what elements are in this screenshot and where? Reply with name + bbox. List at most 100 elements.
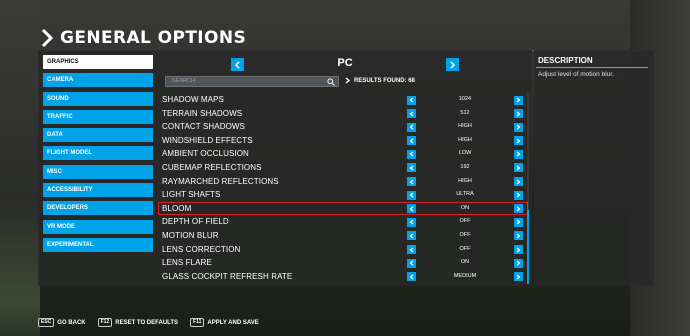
decrease-button[interactable]: [407, 163, 416, 173]
increase-button[interactable]: [514, 190, 523, 200]
decrease-button[interactable]: [407, 190, 416, 200]
setting-name: MOTION BLUR: [162, 230, 219, 240]
settings-list: SHADOW MAPS 1024 TERRAIN SHADOWS 512 CON…: [158, 93, 528, 283]
sidebar-item-misc[interactable]: MISC: [43, 164, 153, 179]
increase-button[interactable]: [514, 95, 523, 105]
search-icon[interactable]: [327, 78, 335, 86]
platform-next-button[interactable]: [446, 58, 459, 71]
setting-value: OFF: [459, 218, 471, 225]
sidebar-item-sound[interactable]: SOUND: [43, 91, 153, 106]
chevron-left-icon: [409, 206, 414, 212]
chevron-right-icon: [345, 77, 350, 84]
decrease-button[interactable]: [407, 109, 416, 119]
sidebar-item-graphics[interactable]: GRAPHICS: [43, 55, 153, 69]
chevron-right-icon: [516, 233, 521, 239]
decrease-button[interactable]: [407, 272, 416, 282]
key-hint: F12: [97, 318, 113, 327]
chevron-right-icon: [516, 219, 521, 225]
increase-button[interactable]: [514, 258, 523, 268]
chevron-left-icon: [409, 260, 414, 266]
setting-row-contact-shadows[interactable]: CONTACT SHADOWS HIGH: [158, 120, 528, 134]
chevron-left-icon: [409, 274, 414, 280]
sidebar-item-accessibility[interactable]: ACCESSIBILITY: [43, 183, 153, 198]
setting-row-cubemap-reflections[interactable]: CUBEMAP REFLECTIONS 192: [158, 161, 528, 175]
increase-button[interactable]: [514, 245, 523, 255]
setting-row-motion-blur[interactable]: MOTION BLUR OFF: [158, 229, 528, 243]
decrease-button[interactable]: [407, 149, 416, 159]
decrease-button[interactable]: [407, 204, 416, 214]
increase-button[interactable]: [514, 272, 523, 282]
description-panel: [534, 50, 654, 286]
chevron-right-icon: [516, 179, 521, 185]
increase-button[interactable]: [514, 122, 523, 132]
setting-row-lens-correction[interactable]: LENS CORRECTION OFF: [158, 243, 528, 257]
decrease-button[interactable]: [407, 177, 416, 187]
chevron-left-icon: [409, 165, 414, 171]
sidebar-item-experimental[interactable]: EXPERIMENTAL: [43, 237, 153, 252]
footer-label: APPLY AND SAVE: [207, 319, 259, 326]
chevron-right-icon: [516, 247, 521, 252]
increase-button[interactable]: [514, 163, 523, 173]
chevron-left-icon: [409, 138, 414, 144]
setting-name: CONTACT SHADOWS: [162, 122, 245, 132]
increase-button[interactable]: [514, 177, 523, 187]
search-input[interactable]: SEARCH: [165, 76, 339, 87]
setting-row-terrain-shadows[interactable]: TERRAIN SHADOWS 512: [158, 107, 528, 121]
reset-defaults-button[interactable]: F12 RESET TO DEFAULTS: [97, 318, 179, 327]
chevron-right-icon: [516, 192, 521, 198]
setting-row-bloom[interactable]: BLOOM ON: [158, 201, 528, 216]
setting-row-lens-flare[interactable]: LENS FLARE ON: [158, 256, 528, 270]
decrease-button[interactable]: [407, 136, 416, 146]
platform-prev-button[interactable]: [231, 58, 244, 71]
chevron-right-icon: [516, 260, 521, 266]
setting-row-depth-of-field[interactable]: DEPTH OF FIELD OFF: [158, 215, 528, 229]
scrollbar-thumb[interactable]: [527, 210, 529, 284]
sidebar-item-vr-mode[interactable]: VR MODE: [43, 219, 153, 234]
go-back-button[interactable]: ESC GO BACK: [38, 318, 86, 327]
chevron-right-icon: [516, 97, 521, 103]
setting-value: ON: [460, 204, 470, 211]
decrease-button[interactable]: [407, 217, 416, 227]
setting-row-light-shafts[interactable]: LIGHT SHAFTS ULTRA: [158, 188, 528, 202]
sidebar-item-traffic[interactable]: TRAFFIC: [43, 109, 153, 124]
footer-label: RESET TO DEFAULTS: [115, 319, 179, 326]
chevron-right-icon: [450, 60, 456, 69]
sidebar-item-flight-model[interactable]: FLIGHT MODEL: [43, 146, 153, 161]
setting-row-shadow-maps[interactable]: SHADOW MAPS 1024: [158, 93, 528, 107]
setting-value: HIGH: [458, 136, 472, 143]
sidebar-item-camera[interactable]: CAMERA: [43, 73, 153, 88]
setting-row-glass-cockpit-refresh-rate[interactable]: GLASS COCKPIT REFRESH RATE MEDIUM: [158, 270, 528, 284]
increase-button[interactable]: [514, 217, 523, 227]
header: GENERAL OPTIONS: [40, 24, 246, 52]
chevron-left-icon: [409, 151, 414, 157]
decrease-button[interactable]: [407, 258, 416, 268]
decrease-button[interactable]: [407, 231, 416, 241]
increase-button[interactable]: [514, 109, 523, 119]
chevron-left-icon: [234, 60, 240, 69]
setting-name: RAYMARCHED REFLECTIONS: [162, 176, 279, 186]
chevron-right-icon: [516, 165, 521, 171]
chevron-right-icon: [41, 28, 54, 48]
footer-label: GO BACK: [57, 319, 86, 326]
increase-button[interactable]: [514, 231, 523, 241]
decrease-button[interactable]: [407, 245, 416, 255]
chevron-left-icon: [409, 111, 414, 117]
increase-button[interactable]: [514, 204, 523, 214]
page-title: GENERAL OPTIONS: [60, 28, 247, 48]
increase-button[interactable]: [514, 136, 523, 146]
setting-row-windshield-effects[interactable]: WINDSHIELD EFFECTS HIGH: [158, 134, 528, 148]
setting-value: MEDIUM: [453, 272, 477, 279]
setting-name: LENS FLARE: [162, 258, 212, 268]
setting-row-raymarched-reflections[interactable]: RAYMARCHED REFLECTIONS HIGH: [158, 175, 528, 189]
increase-button[interactable]: [514, 149, 523, 159]
setting-row-ambient-occlusion[interactable]: AMBIENT OCCLUSION LOW: [158, 147, 528, 161]
sidebar-item-data[interactable]: DATA: [43, 128, 153, 143]
sidebar-item-developers[interactable]: DEVELOPERS: [43, 201, 153, 216]
chevron-right-icon: [516, 206, 521, 212]
setting-name: TERRAIN SHADOWS: [162, 108, 243, 118]
chevron-left-icon: [409, 247, 414, 252]
chevron-left-icon: [409, 192, 414, 198]
decrease-button[interactable]: [407, 122, 416, 132]
decrease-button[interactable]: [407, 95, 416, 105]
apply-save-button[interactable]: F11 APPLY AND SAVE: [190, 318, 259, 327]
